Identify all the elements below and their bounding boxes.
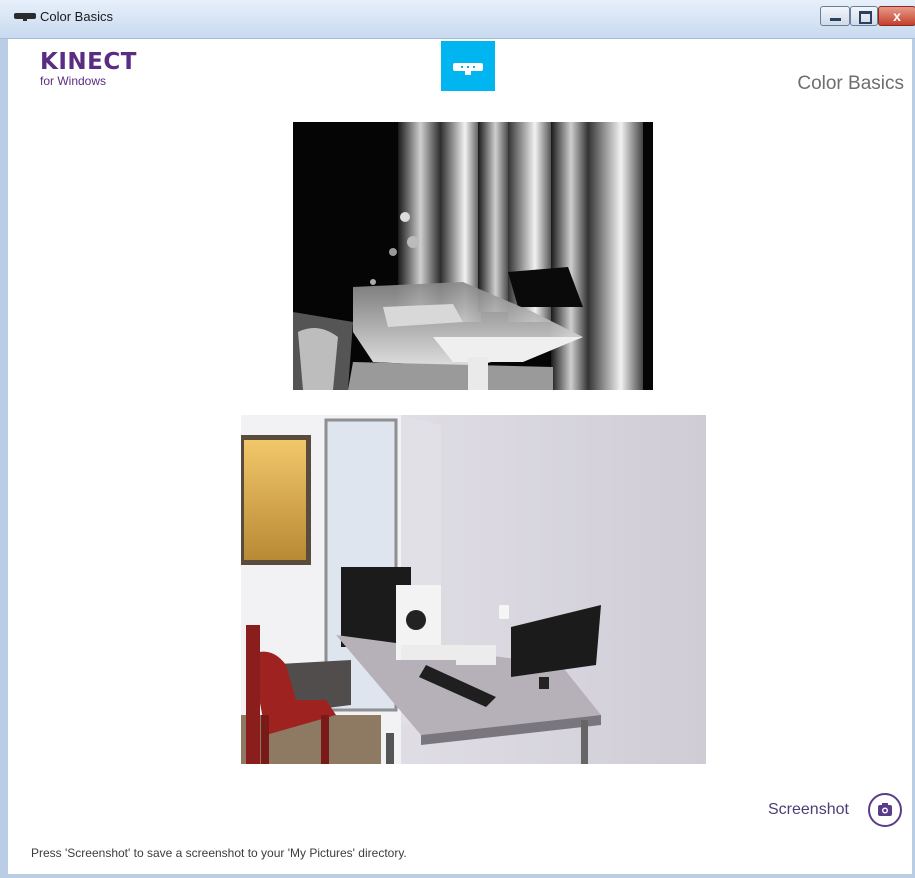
close-button[interactable]: x <box>878 6 915 26</box>
brand-tagline: for Windows <box>40 74 107 88</box>
camera-glyph <box>878 803 892 816</box>
close-icon: x <box>893 8 901 24</box>
sensor-led <box>473 66 475 68</box>
screenshot-label: Screenshot <box>768 801 849 818</box>
maximize-button[interactable] <box>850 6 878 26</box>
window-title: Color Basics <box>40 9 113 24</box>
kinect-logo: KINECT for Windows <box>40 50 137 88</box>
minimize-icon <box>830 18 841 21</box>
screenshot-button[interactable]: Screenshot <box>768 793 908 829</box>
sensor-led <box>467 66 469 68</box>
page-title: Color Basics <box>797 73 904 94</box>
depth-image-graphic <box>293 122 653 390</box>
depth-image <box>293 122 653 390</box>
kinect-sensor-icon <box>14 13 36 21</box>
status-bar-text: Press 'Screenshot' to save a screenshot … <box>31 846 407 860</box>
camera-icon <box>868 793 902 827</box>
color-image <box>241 415 706 764</box>
sensor-stand <box>465 71 471 75</box>
title-bar[interactable]: Color Basics x <box>0 0 915 39</box>
minimize-button[interactable] <box>820 6 850 26</box>
color-image-graphic <box>241 415 706 764</box>
maximize-icon <box>859 11 872 24</box>
sensor-led <box>461 66 463 68</box>
brand-name: KINECT <box>40 49 137 75</box>
sensor-status-icon <box>441 41 495 91</box>
